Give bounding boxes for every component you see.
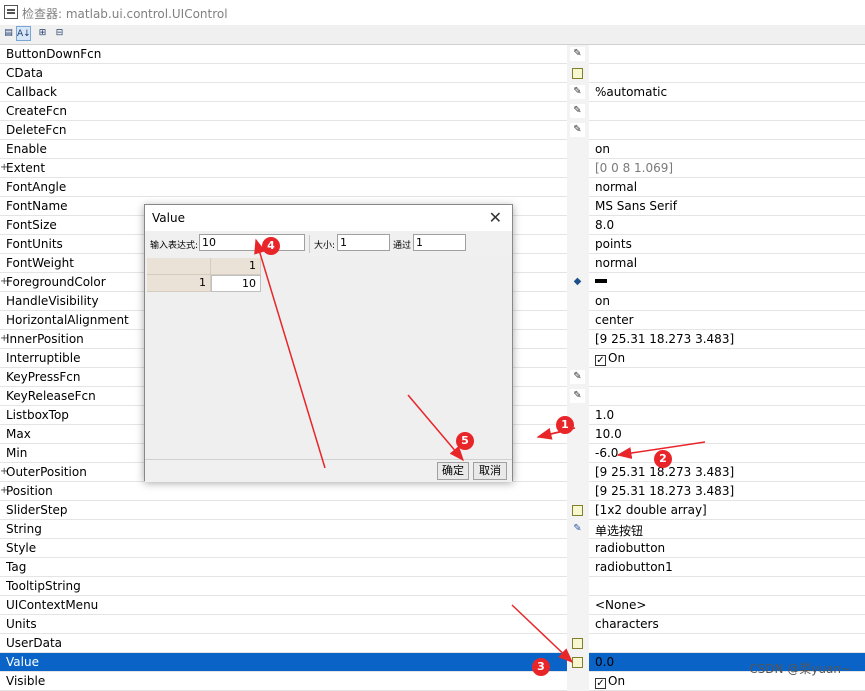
arrow-3: [511, 604, 574, 664]
annotation-badge-4: 4: [262, 237, 280, 255]
annotation-badge-3: 3: [532, 658, 550, 676]
annotation-badge-2: 2: [654, 450, 672, 468]
arrow-5: [407, 394, 464, 462]
annotation-badge-1: 1: [556, 416, 574, 434]
annotation-badge-5: 5: [456, 432, 474, 450]
watermark: CSDN @菜yuan~: [749, 662, 851, 676]
arrow-4: [254, 238, 326, 469]
annotation-arrows: [254, 238, 706, 664]
